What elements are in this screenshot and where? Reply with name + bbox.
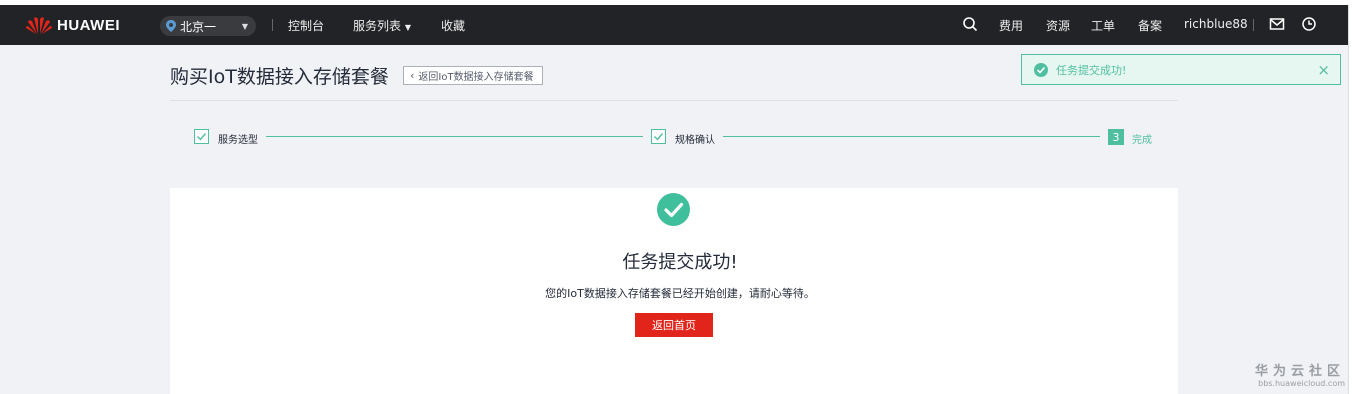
region-name: 北京一 xyxy=(180,19,217,34)
huawei-logo[interactable]: HUAWEI xyxy=(25,15,120,35)
scrollbar[interactable] xyxy=(1348,5,1356,394)
nav-separator xyxy=(272,19,273,31)
toast-message: 任务提交成功! xyxy=(1056,63,1127,77)
region-selector[interactable]: 北京一 ▼ xyxy=(160,16,256,36)
nav-billing[interactable]: 费用 xyxy=(999,17,1023,34)
brand-name: HUAWEI xyxy=(57,16,120,34)
back-button-label: 返回IoT数据接入存储套餐 xyxy=(418,72,534,83)
step-connector xyxy=(266,136,643,137)
search-icon[interactable] xyxy=(962,16,978,32)
watermark-cn: 华为云社区 xyxy=(1254,364,1345,379)
nav-favorites[interactable]: 收藏 xyxy=(441,17,465,34)
step-label-done: 完成 xyxy=(1132,135,1152,146)
step-label-service: 服务选型 xyxy=(218,135,258,146)
success-toast: 任务提交成功! × xyxy=(1021,54,1341,85)
chevron-down-icon: ▼ xyxy=(404,23,411,32)
close-icon[interactable]: × xyxy=(1317,61,1330,79)
mail-icon[interactable] xyxy=(1269,16,1285,32)
result-title: 任务提交成功! xyxy=(0,248,1356,274)
nav-tickets[interactable]: 工单 xyxy=(1091,17,1115,34)
back-button[interactable]: ‹ 返回IoT数据接入存储套餐 xyxy=(403,66,543,85)
step-label-spec: 规格确认 xyxy=(675,135,715,146)
back-home-button[interactable]: 返回首页 xyxy=(635,313,713,337)
step-check-icon xyxy=(651,129,666,144)
clock-icon[interactable] xyxy=(1301,16,1317,32)
step-check-icon xyxy=(194,129,209,144)
step-connector xyxy=(723,136,1100,137)
chevron-down-icon: ▼ xyxy=(241,22,248,31)
step-number: 3 xyxy=(1108,129,1124,145)
header-divider xyxy=(170,100,1178,101)
nav-service-list-label: 服务列表 xyxy=(353,19,402,33)
result-title-text: 任务提交成功! xyxy=(622,252,738,273)
result-description: 您的IoT数据接入存储套餐已经开始创建，请耐心等待。 xyxy=(0,285,1356,301)
nav-resources[interactable]: 资源 xyxy=(1046,17,1070,34)
watermark-url: bbs.huaweicloud.com xyxy=(1258,379,1345,388)
community-watermark: 华为云社区 bbs.huaweicloud.com xyxy=(1255,360,1345,388)
result-description-text: 您的IoT数据接入存储套餐已经开始创建，请耐心等待。 xyxy=(545,287,815,300)
check-circle-icon xyxy=(1034,62,1048,77)
top-navbar: HUAWEI 北京一 ▼ 控制台 服务列表 ▼ 收藏 费用 资源 工单 备案 r… xyxy=(0,5,1348,45)
huawei-flower-icon xyxy=(26,17,52,34)
location-pin-icon xyxy=(166,20,176,32)
user-account[interactable]: richblue88 xyxy=(1184,17,1248,31)
chevron-left-icon: ‹ xyxy=(410,69,415,82)
nav-console[interactable]: 控制台 xyxy=(288,17,324,34)
nav-separator xyxy=(1253,19,1254,31)
nav-filing[interactable]: 备案 xyxy=(1138,17,1162,34)
page-title: 购买IoT数据接入存储套餐 xyxy=(170,66,389,88)
nav-service-list[interactable]: 服务列表 ▼ xyxy=(353,17,411,34)
success-check-icon xyxy=(657,193,690,226)
